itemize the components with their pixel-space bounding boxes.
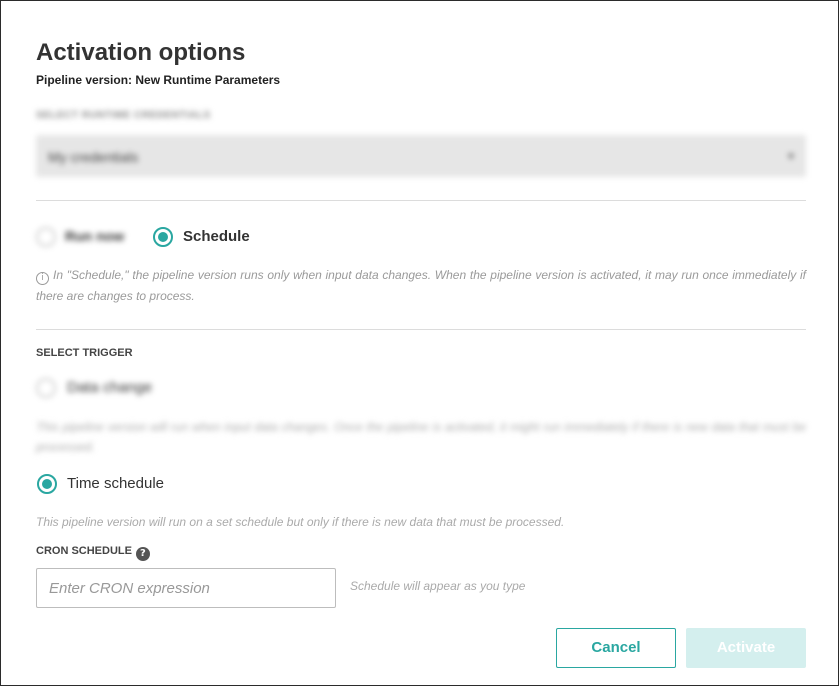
help-icon[interactable]: ? — [135, 547, 150, 561]
schedule-radio[interactable] — [153, 227, 173, 247]
divider — [36, 200, 806, 201]
runtime-credentials-value: My credentials — [48, 149, 139, 165]
activation-dialog: Activation options Pipeline version: New… — [0, 0, 839, 686]
time-schedule-description: This pipeline version will run on a set … — [36, 515, 565, 529]
info-icon: i — [36, 272, 49, 285]
select-trigger-label: SELECT TRIGGER — [36, 347, 133, 359]
dialog-title: Activation options — [36, 39, 246, 66]
run-now-label: Run now — [65, 228, 125, 244]
time-schedule-label: Time schedule — [67, 475, 164, 492]
data-change-description: This pipeline version will run when inpu… — [36, 420, 806, 454]
schedule-info-text: i In "Schedule," the pipeline version run… — [36, 265, 806, 307]
run-now-radio[interactable] — [36, 227, 56, 247]
schedule-label: Schedule — [183, 228, 250, 245]
chevron-down-icon: ▾ — [787, 149, 794, 163]
time-schedule-radio[interactable] — [37, 474, 57, 494]
dialog-subtitle: Pipeline version: New Runtime Parameters — [36, 73, 281, 87]
data-change-label: Data change — [67, 379, 153, 396]
cron-hint: Schedule will appear as you type — [350, 579, 526, 593]
schedule-info-body: In "Schedule," the pipeline version runs… — [36, 268, 806, 303]
runtime-credentials-label: SELECT RUNTIME CREDENTIALS — [36, 110, 211, 121]
activate-button[interactable]: Activate — [686, 628, 806, 668]
divider — [36, 329, 806, 330]
cron-schedule-label-text: CRON SCHEDULE — [36, 545, 132, 557]
data-change-radio[interactable] — [36, 378, 56, 398]
cron-expression-input[interactable] — [36, 568, 336, 608]
cron-schedule-label: CRON SCHEDULE? — [36, 545, 150, 561]
cancel-button[interactable]: Cancel — [556, 628, 676, 668]
runtime-credentials-dropdown[interactable]: My credentials ▾ — [36, 135, 806, 177]
